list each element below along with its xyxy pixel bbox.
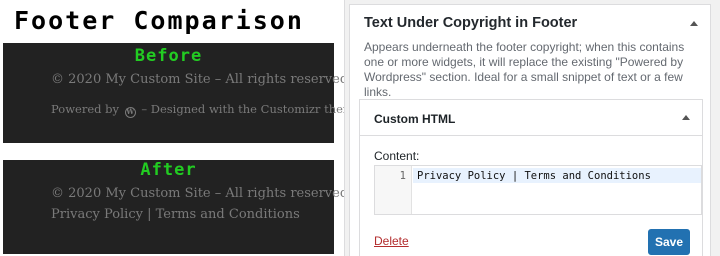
- line-number-gutter: 1: [375, 166, 412, 214]
- copyright-text: © 2020 My Custom Site – All rights reser…: [51, 186, 349, 201]
- custom-footer-links-text: Privacy Policy | Terms and Conditions: [51, 207, 300, 222]
- delete-link[interactable]: Delete: [374, 234, 409, 248]
- widget-title: Custom HTML: [374, 112, 456, 126]
- powered-by-label: Powered by: [51, 102, 120, 116]
- widget-area-description: Appears underneath the footer copyright;…: [364, 40, 685, 99]
- widget-area-header[interactable]: Text Under Copyright in Footer: [349, 4, 711, 40]
- after-label: After: [140, 160, 197, 180]
- collapse-arrow-icon[interactable]: [690, 21, 698, 26]
- save-button[interactable]: Save: [648, 229, 690, 255]
- widget-area-body: Appears underneath the footer copyright;…: [349, 40, 711, 256]
- collapse-arrow-icon[interactable]: [682, 115, 690, 120]
- before-label: Before: [134, 46, 203, 66]
- powered-by-text: Powered by W – Designed with the Customi…: [51, 102, 361, 118]
- html-code-editor[interactable]: 1 Privacy Policy | Terms and Conditions: [374, 165, 702, 215]
- custom-html-widget: Custom HTML Content: 1 Privacy Policy | …: [359, 99, 703, 256]
- widget-body: Content: 1 Privacy Policy | Terms and Co…: [360, 136, 702, 256]
- line-number: 1: [399, 170, 406, 182]
- customizer-panel: Text Under Copyright in Footer Appears u…: [344, 0, 720, 256]
- designed-with-text: – Designed with the Customizr theme: [141, 102, 361, 116]
- footer-after-preview: After © 2020 My Custom Site – All rights…: [3, 160, 348, 254]
- widget-header[interactable]: Custom HTML: [360, 100, 702, 136]
- wordpress-logo-icon: W: [124, 107, 136, 118]
- widget-area-title: Text Under Copyright in Footer: [364, 15, 578, 31]
- copyright-text: © 2020 My Custom Site – All rights reser…: [51, 72, 349, 87]
- code-line[interactable]: Privacy Policy | Terms and Conditions: [417, 170, 651, 182]
- content-label: Content:: [374, 149, 420, 163]
- page-title: Footer Comparison: [14, 6, 304, 35]
- footer-before-preview: Before © 2020 My Custom Site – All right…: [3, 43, 361, 143]
